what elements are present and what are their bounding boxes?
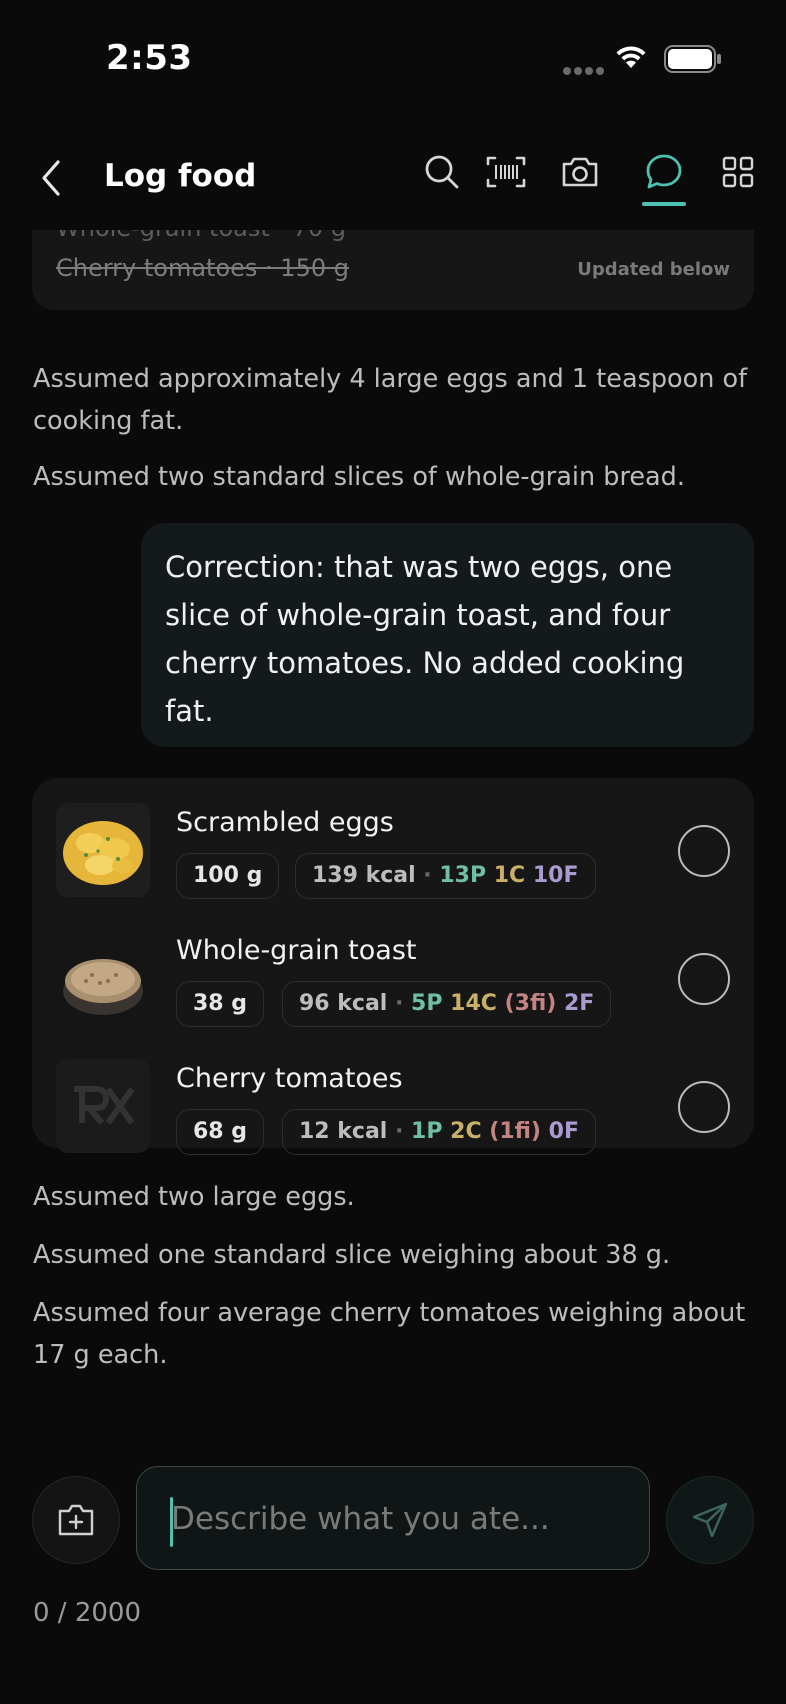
- chat-bubble-icon: [646, 154, 682, 189]
- carbs-value: 1C: [493, 863, 526, 888]
- food-name: Whole-grain toast: [176, 935, 417, 966]
- food-item-whole-grain-toast[interactable]: Whole-grain toast 38 g 96 kcal · 5P 14C …: [32, 931, 754, 1041]
- whole-grain-image: [56, 931, 150, 1025]
- search-icon: [425, 155, 459, 189]
- chat-scroll-area[interactable]: Whole-grain toast · 70 g Cherry tomatoes…: [0, 230, 786, 1450]
- assumption-note: Assumed one standard slice weighing abou…: [33, 1240, 671, 1270]
- camera-icon: [562, 157, 598, 187]
- updated-below-label: Updated below: [577, 259, 730, 280]
- assumption-note: Assumed two large eggs.: [33, 1182, 355, 1212]
- food-results-card: Scrambled eggs 100 g 139 kcal · 13P 1C 1…: [32, 778, 754, 1155]
- cellular-signal-icon: [563, 62, 607, 80]
- select-radio[interactable]: [678, 1081, 730, 1133]
- app-header: Log food: [0, 120, 786, 230]
- search-button[interactable]: [416, 146, 468, 198]
- kcal-value: 139 kcal: [312, 863, 416, 888]
- weight-chip[interactable]: 100 g: [176, 853, 280, 899]
- user-message-bubble: Correction: that was two eggs, one slice…: [141, 523, 754, 747]
- previous-food-row: Cherry tomatoes · 150 g: [56, 254, 349, 282]
- barcode-scan-button[interactable]: [480, 146, 532, 198]
- wifi-icon: [616, 46, 646, 68]
- placeholder-logo-icon: [56, 1059, 150, 1153]
- fat-value: 10F: [532, 863, 579, 888]
- back-chevron-icon[interactable]: [36, 156, 66, 200]
- food-description-field[interactable]: [136, 1466, 650, 1570]
- kcal-value: 12 kcal: [299, 1119, 388, 1144]
- message-composer: 0 / 2000: [0, 1450, 786, 1704]
- status-time: 2:53: [106, 38, 193, 78]
- add-photo-button[interactable]: [32, 1476, 120, 1564]
- previous-food-row: Whole-grain toast · 70 g: [56, 230, 346, 242]
- food-item-cherry-tomatoes[interactable]: Cherry tomatoes 68 g 12 kcal · 1P 2C (1f…: [32, 1059, 754, 1169]
- nutrition-chip[interactable]: 12 kcal · 1P 2C (1fi) 0F: [282, 1109, 597, 1155]
- carbs-value: 2C: [450, 1119, 482, 1144]
- barcode-scan-icon: [486, 156, 526, 188]
- fiber-value: (3fi): [504, 991, 557, 1016]
- weight-chip[interactable]: 38 g: [176, 981, 265, 1027]
- assumption-note: Assumed four average cherry tomatoes wei…: [33, 1298, 746, 1370]
- previous-food-card: Whole-grain toast · 70 g Cherry tomatoes…: [32, 230, 754, 310]
- active-tab-indicator: [642, 202, 686, 206]
- status-bar: 2:53: [0, 0, 786, 120]
- protein-value: 13P: [439, 863, 487, 888]
- send-button[interactable]: [666, 1476, 754, 1564]
- fat-value: 2F: [563, 991, 595, 1016]
- text-cursor: [170, 1497, 173, 1547]
- protein-value: 1P: [411, 1119, 443, 1144]
- page-title: Log food: [104, 158, 257, 194]
- carbs-value: 14C: [450, 991, 497, 1016]
- scrambled-eggs-image: [56, 803, 150, 897]
- add-image-icon: [58, 1504, 94, 1536]
- food-name: Scrambled eggs: [176, 807, 394, 838]
- weight-chip[interactable]: 68 g: [176, 1109, 265, 1155]
- kcal-value: 96 kcal: [299, 991, 388, 1016]
- select-radio[interactable]: [678, 953, 730, 1005]
- camera-button[interactable]: [554, 146, 606, 198]
- battery-icon: [664, 45, 721, 73]
- fiber-value: (1fi): [489, 1119, 541, 1144]
- assumption-note: Assumed approximately 4 large eggs and 1…: [33, 364, 748, 436]
- nutrition-chip[interactable]: 96 kcal · 5P 14C (3fi) 2F: [282, 981, 612, 1027]
- select-radio[interactable]: [678, 825, 730, 877]
- character-counter: 0 / 2000: [33, 1598, 141, 1628]
- assumption-note: Assumed two standard slices of whole-gra…: [33, 462, 685, 492]
- send-icon: [692, 1502, 728, 1538]
- grid-icon: [722, 156, 754, 188]
- chat-tab-button[interactable]: [638, 146, 690, 198]
- food-name: Cherry tomatoes: [176, 1063, 403, 1094]
- food-description-input[interactable]: [171, 1491, 631, 1547]
- food-item-scrambled-eggs[interactable]: Scrambled eggs 100 g 139 kcal · 13P 1C 1…: [32, 803, 754, 913]
- fat-value: 0F: [548, 1119, 580, 1144]
- nutrition-chip[interactable]: 139 kcal · 13P 1C 10F: [295, 853, 596, 899]
- grid-menu-button[interactable]: [712, 146, 764, 198]
- protein-value: 5P: [411, 991, 443, 1016]
